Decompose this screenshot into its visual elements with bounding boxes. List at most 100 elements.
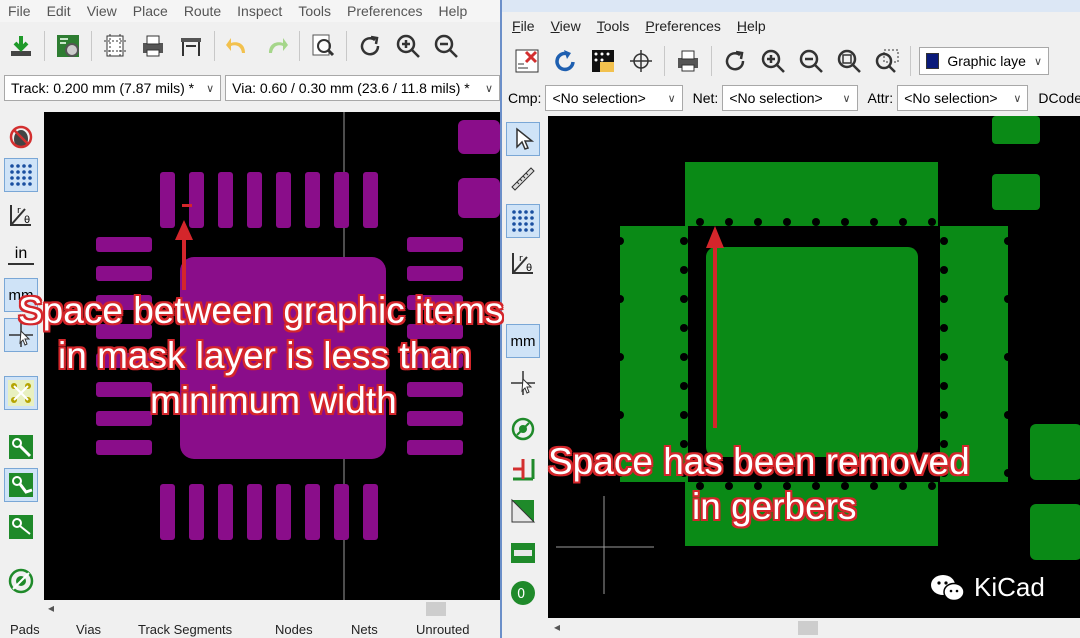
toolbar-separator <box>44 31 45 61</box>
cursor-shape-icon[interactable] <box>506 366 540 400</box>
refresh-icon[interactable] <box>355 31 385 61</box>
show-negative-icon[interactable] <box>506 536 540 570</box>
watermark: KiCad <box>930 572 1045 603</box>
annotation-left-line3: minimum width <box>150 380 397 421</box>
scroll-thumb[interactable] <box>426 602 446 616</box>
attr-select-value: <No selection> <box>904 90 998 106</box>
left-menu-preferences[interactable]: Preferences <box>339 0 430 22</box>
show-zones-icon[interactable] <box>4 564 38 598</box>
cmp-select[interactable]: <No selection> ∨ <box>545 85 683 111</box>
pad <box>992 116 1040 144</box>
via-size-value: Via: 0.60 / 0.30 mm (23.6 / 11.8 mils) * <box>232 80 470 96</box>
left-menu-file[interactable]: File <box>0 0 39 22</box>
status-pads: Pads <box>10 622 40 637</box>
polar-coords-icon[interactable]: rθ <box>4 198 38 232</box>
download-icon[interactable] <box>6 31 36 61</box>
left-horizontal-scrollbar[interactable]: ◂ <box>44 600 500 618</box>
show-flashed-icon[interactable] <box>506 412 540 446</box>
left-menu-inspect[interactable]: Inspect <box>229 0 290 22</box>
print-icon[interactable] <box>138 31 168 61</box>
zoom-out-icon[interactable] <box>431 31 461 61</box>
left-menu-tools[interactable]: Tools <box>290 0 339 22</box>
ratsnest-icon[interactable] <box>4 376 38 410</box>
zoom-selection-icon[interactable] <box>872 46 902 76</box>
gerber-drawing <box>556 116 1080 594</box>
layer-select-value: Graphic laye <box>947 53 1026 69</box>
open-gerber-icon[interactable] <box>588 46 618 76</box>
left-menu-route[interactable]: Route <box>176 0 229 22</box>
svg-text:r: r <box>17 206 21 216</box>
clear-layers-icon[interactable] <box>512 46 542 76</box>
left-menu-help[interactable]: Help <box>430 0 475 22</box>
attr-select[interactable]: <No selection> ∨ <box>897 85 1029 111</box>
right-menubar: File View Tools Preferences Help <box>502 14 1080 38</box>
left-menu-edit[interactable]: Edit <box>39 0 79 22</box>
right-filter-bar: Cmp: <No selection> ∨ Net: <No selection… <box>502 84 1080 112</box>
cmp-select-value: <No selection> <box>552 90 646 106</box>
net-label: Net: <box>692 90 719 106</box>
scroll-thumb[interactable] <box>798 621 818 635</box>
track-width-select[interactable]: Track: 0.200 mm (7.87 mils) * ∨ <box>4 75 222 101</box>
units-inch-button[interactable]: in <box>4 238 38 272</box>
left-options-toolbar: rθ in mm <box>0 112 44 606</box>
right-options-toolbar: rθ mm 0 <box>502 116 548 620</box>
left-track-via-bar: Track: 0.200 mm (7.87 mils) * ∨ Via: 0.6… <box>0 74 500 102</box>
show-vias-icon[interactable] <box>4 468 38 502</box>
refresh-icon[interactable] <box>720 46 750 76</box>
track-width-value: Track: 0.200 mm (7.87 mils) * <box>11 80 195 96</box>
print-icon[interactable] <box>673 46 703 76</box>
svg-text:r: r <box>519 254 523 264</box>
grid-icon[interactable] <box>4 158 38 192</box>
drc-off-icon[interactable] <box>4 120 38 154</box>
menu-rest: elp <box>747 18 766 34</box>
units-mm-label: mm <box>510 332 536 350</box>
right-menu-tools[interactable]: Tools <box>589 15 638 37</box>
left-menu-view[interactable]: View <box>79 0 125 22</box>
page-settings-icon[interactable] <box>100 31 130 61</box>
scroll-left-icon[interactable]: ◂ <box>554 620 560 634</box>
reload-icon[interactable] <box>550 46 580 76</box>
attr-label: Attr: <box>867 90 894 106</box>
crosshair-icon[interactable] <box>626 46 656 76</box>
right-menu-view[interactable]: View <box>543 15 589 37</box>
find-icon[interactable] <box>308 31 338 61</box>
bottom-pin-row <box>160 484 378 540</box>
right-menu-help[interactable]: Help <box>729 15 774 37</box>
accel-key: F <box>512 18 521 34</box>
plot-icon[interactable] <box>176 31 206 61</box>
show-tracks-icon[interactable] <box>4 430 38 464</box>
polar-coords-icon[interactable]: rθ <box>506 246 540 280</box>
via-size-select[interactable]: Via: 0.60 / 0.30 mm (23.6 / 11.8 mils) *… <box>225 75 500 101</box>
annotation-right-line1: Space has been removed <box>548 441 970 482</box>
show-polygons-icon[interactable] <box>506 494 540 528</box>
layer-select[interactable]: Graphic laye ∨ <box>919 47 1049 75</box>
zoom-in-icon[interactable] <box>758 46 788 76</box>
top-pin-strip-body <box>685 162 938 226</box>
undo-icon[interactable] <box>223 31 253 61</box>
chevron-down-icon: ∨ <box>1033 55 1042 68</box>
units-mm-button[interactable]: mm <box>506 324 540 358</box>
select-arrow-icon[interactable] <box>506 122 540 156</box>
gerber-canvas[interactable] <box>548 116 1080 618</box>
zoom-in-icon[interactable] <box>393 31 423 61</box>
show-lines-icon[interactable] <box>506 452 540 486</box>
right-horizontal-scrollbar[interactable]: ◂ <box>548 618 1080 638</box>
net-select[interactable]: <No selection> ∨ <box>722 85 858 111</box>
redo-icon[interactable] <box>261 31 291 61</box>
right-menu-file[interactable]: File <box>504 15 543 37</box>
right-menu-preferences[interactable]: Preferences <box>637 15 729 37</box>
menu-rest: ile <box>520 18 535 34</box>
grid-icon[interactable] <box>506 204 540 238</box>
measure-icon[interactable] <box>506 162 540 196</box>
left-menubar: File Edit View Place Route Inspect Tools… <box>0 0 500 22</box>
board-setup-icon[interactable] <box>53 31 83 61</box>
zoom-fit-icon[interactable] <box>834 46 864 76</box>
show-dcodes-icon[interactable]: 0 <box>506 576 540 610</box>
left-menu-place[interactable]: Place <box>125 0 176 22</box>
zoom-out-icon[interactable] <box>796 46 826 76</box>
toolbar-separator <box>711 46 712 76</box>
show-pads-icon[interactable] <box>4 510 38 544</box>
scroll-left-icon[interactable]: ◂ <box>48 601 54 615</box>
status-vias: Vias <box>76 622 102 637</box>
status-unrouted: Unrouted <box>416 622 470 637</box>
